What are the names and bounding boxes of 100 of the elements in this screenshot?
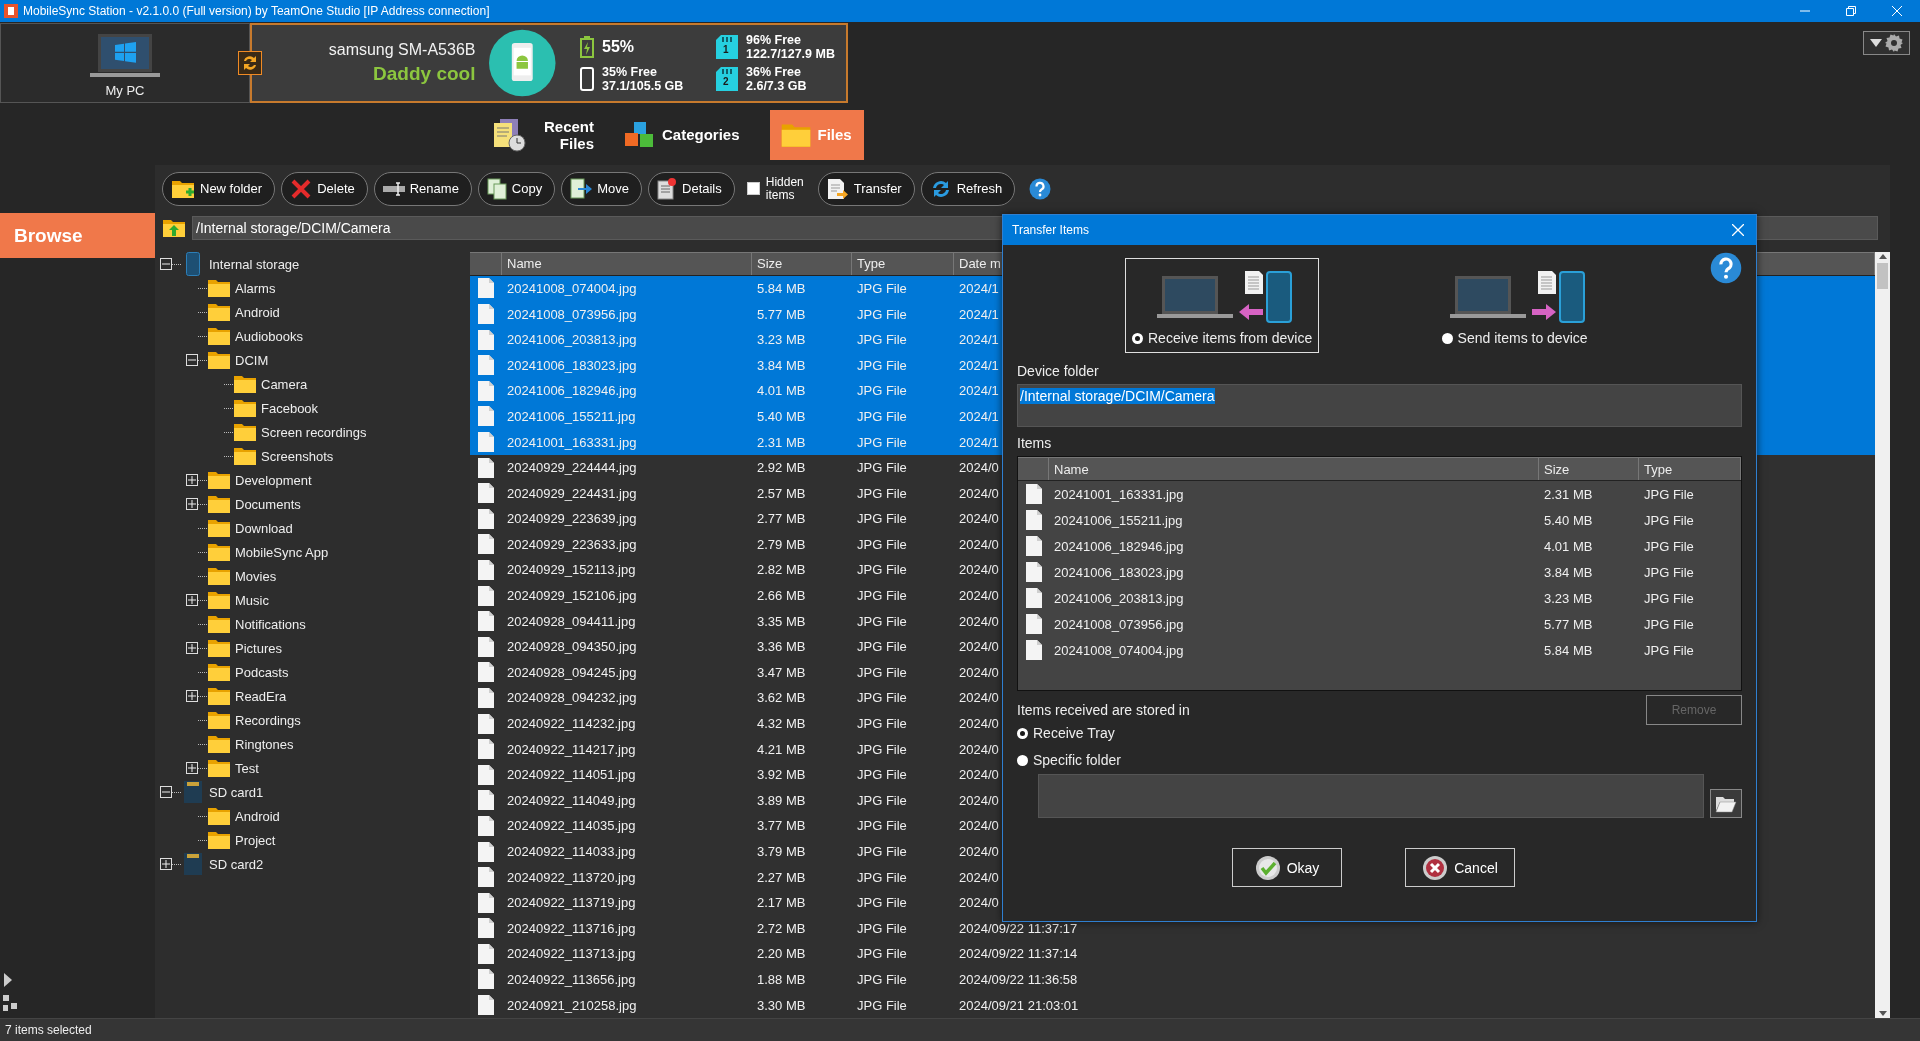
storage-free: 35% Free — [602, 65, 658, 79]
file-size: 3.84 MB — [756, 357, 806, 373]
file-size: 2.72 MB — [756, 920, 806, 936]
my-pc-label: My PC — [105, 83, 145, 98]
file-name: 20240928_094411.jpg — [506, 613, 636, 629]
file-type: JPG File — [856, 767, 907, 783]
file-size: 3.84 MB — [1543, 564, 1593, 580]
file-size: 2.17 MB — [756, 895, 806, 911]
file-name: 20241008_074004.jpg — [1053, 642, 1184, 658]
file-size: 4.32 MB — [756, 716, 806, 732]
file-name: 20240929_223633.jpg — [506, 536, 637, 552]
file-type: JPG File — [856, 844, 907, 859]
device-name: Daddy cool — [373, 63, 476, 85]
file-date: 2024/0 — [958, 716, 999, 732]
file-name: 20241006_155211.jpg — [1053, 512, 1183, 528]
file-date: 2024/0 — [958, 741, 999, 757]
file-date: 2024/0 — [958, 536, 999, 552]
file-name: 20241008_073956.jpg — [506, 306, 637, 322]
file-type: JPG File — [1643, 512, 1694, 528]
file-type: JPG File — [856, 588, 907, 604]
file-size: 4.01 MB — [756, 383, 806, 399]
file-size: 2.31 MB — [1543, 486, 1593, 502]
file-date: 2024/09/21 21:03:01 — [958, 997, 1079, 1013]
file-date: 2024/09/22 11:37:17 — [958, 920, 1078, 936]
file-size: 2.77 MB — [756, 511, 806, 527]
file-type: JPG File — [856, 460, 907, 476]
file-type: JPG File — [1643, 486, 1694, 502]
file-type: JPG File — [856, 895, 907, 911]
slot-number: 2 — [723, 76, 729, 88]
file-size: 3.35 MB — [756, 613, 806, 629]
file-type: JPG File — [856, 920, 907, 936]
file-name: 20241006_183023.jpg — [1053, 564, 1184, 580]
file-size: 5.84 MB — [756, 280, 806, 296]
file-name: 20240922_114217.jpg — [506, 741, 636, 757]
file-size: 3.77 MB — [756, 818, 806, 834]
file-name: 20240929_224444.jpg — [506, 460, 637, 476]
storage-usage: 37.1/105.5 GB — [602, 79, 684, 93]
file-size: 2.66 MB — [756, 588, 806, 604]
file-name: 20241008_073956.jpg — [1053, 616, 1184, 632]
file-date: 2024/0 — [958, 588, 999, 604]
file-name: 20240922_114033.jpg — [506, 844, 636, 859]
file-type: JPG File — [856, 741, 907, 757]
file-name: 20241008_074004.jpg — [506, 280, 637, 296]
file-type: JPG File — [856, 664, 907, 680]
file-type: JPG File — [856, 434, 907, 450]
file-type: JPG File — [856, 280, 907, 296]
file-date: 2024/09/22 11:36:58 — [958, 971, 1078, 987]
file-type: JPG File — [856, 511, 907, 527]
file-date: 2024/0 — [958, 869, 999, 885]
file-date: 2024/0 — [958, 613, 999, 629]
file-date: 2024/0 — [958, 818, 999, 834]
file-date: 2024/0 — [958, 767, 999, 783]
file-date: 2024/1 — [958, 383, 999, 399]
file-date: 2024/0 — [958, 664, 999, 680]
file-type: JPG File — [856, 536, 907, 552]
file-name: 20240922_113713.jpg — [506, 946, 636, 962]
file-size: 4.21 MB — [756, 741, 806, 757]
file-type: JPG File — [1643, 642, 1694, 658]
status-text: 7 items selected — [5, 1023, 92, 1037]
file-name: 20240922_113719.jpg — [506, 895, 636, 911]
file-size: 3.23 MB — [1543, 590, 1593, 606]
file-name: 20241001_163331.jpg — [1053, 486, 1184, 502]
file-size: 5.84 MB — [1543, 642, 1593, 658]
file-size: 3.79 MB — [756, 844, 806, 859]
file-name: 20240929_223639.jpg — [506, 511, 637, 527]
file-size: 5.77 MB — [756, 306, 806, 322]
file-name: 20241006_182946.jpg — [1053, 538, 1184, 554]
file-size: 3.47 MB — [756, 664, 806, 680]
file-name: 20241006_183023.jpg — [506, 357, 637, 373]
file-size: 1.88 MB — [756, 971, 806, 987]
file-date: 2024/0 — [958, 844, 999, 859]
file-name: 20240922_113716.jpg — [506, 920, 636, 936]
file-name: 20240928_094350.jpg — [506, 639, 637, 655]
file-size: 3.62 MB — [756, 690, 806, 706]
file-type: JPG File — [1643, 616, 1694, 632]
file-name: 20240928_094232.jpg — [506, 690, 637, 706]
file-size: 2.20 MB — [756, 946, 806, 962]
file-size: 2.57 MB — [756, 485, 806, 501]
file-size: 4.01 MB — [1543, 538, 1593, 554]
file-date: 2024/1 — [958, 408, 999, 424]
file-type: JPG File — [856, 357, 907, 373]
file-type: JPG File — [856, 383, 907, 399]
file-name: 20241006_182946.jpg — [506, 383, 637, 399]
file-name: 20240928_094245.jpg — [506, 664, 637, 680]
file-date: 2024/1 — [958, 280, 999, 296]
file-name: 20240922_114232.jpg — [506, 716, 636, 732]
file-date: 2024/0 — [958, 485, 999, 501]
file-name: 20240929_152113.jpg — [506, 562, 636, 578]
file-type: JPG File — [856, 306, 907, 322]
file-size: 2.79 MB — [756, 536, 806, 552]
file-name: 20240922_113656.jpg — [506, 971, 636, 987]
file-date: 2024/0 — [958, 511, 999, 527]
storage-label: Items received are stored in — [1017, 702, 1190, 718]
file-name: 20240922_114051.jpg — [506, 767, 636, 783]
file-size: 5.40 MB — [756, 408, 806, 424]
file-date: 2024/09/22 11:37:14 — [958, 946, 1078, 962]
file-type: JPG File — [856, 971, 907, 987]
file-size: 3.92 MB — [756, 767, 806, 783]
file-type: JPG File — [856, 332, 907, 348]
file-date: 2024/1 — [958, 434, 999, 450]
